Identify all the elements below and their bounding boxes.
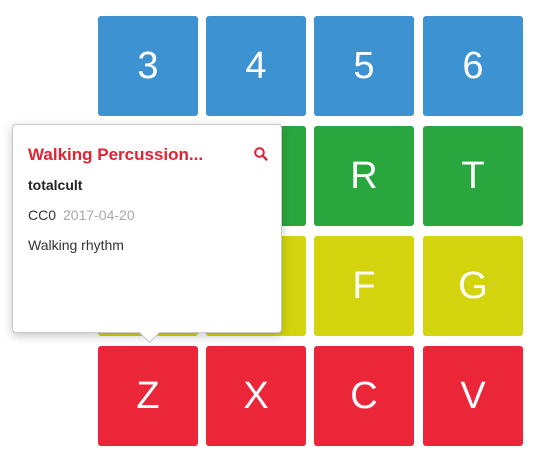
pad-z[interactable]: Z [98,346,198,446]
pad-c[interactable]: C [314,346,414,446]
sound-date: 2017-04-20 [63,207,135,223]
pad-x[interactable]: X [206,346,306,446]
pad-3[interactable]: 3 [98,16,198,116]
search-icon[interactable] [253,146,269,162]
sound-license: CC0 [28,207,57,223]
sound-title-link[interactable]: Walking Percussion... [28,145,203,165]
sound-author: totalcult [28,177,83,193]
pad-g[interactable]: G [423,236,523,336]
pad-t[interactable]: T [423,126,523,226]
popover-arrow [138,321,161,344]
sound-description: Walking rhythm [28,237,124,253]
pad-f[interactable]: F [314,236,414,336]
pad-r[interactable]: R [314,126,414,226]
pad-v[interactable]: V [423,346,523,446]
sound-info-popover: Walking Percussion... totalcult CC0 2017… [12,124,282,344]
pad-6[interactable]: 6 [423,16,523,116]
pad-5[interactable]: 5 [314,16,414,116]
pad-4[interactable]: 4 [206,16,306,116]
